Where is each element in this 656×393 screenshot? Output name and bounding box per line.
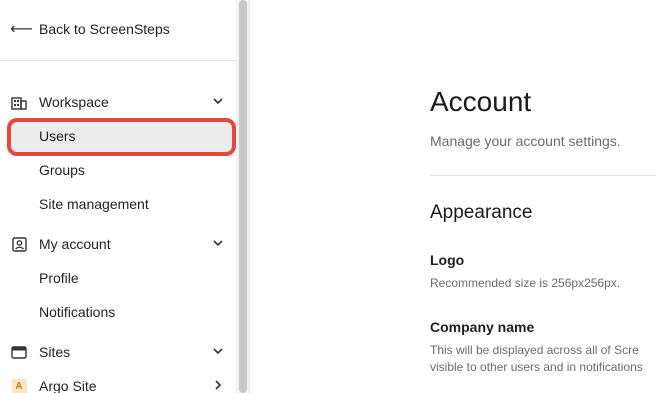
sidebar-scrollbar-thumb[interactable] — [239, 0, 247, 393]
page-title: Account — [430, 86, 532, 117]
sidebar: ⟵ Back to ScreenSteps Workspace Users Gr… — [0, 0, 236, 393]
sidebar-group-label: Argo Site — [39, 378, 97, 393]
main-content: Account Manage your account settings. Ap… — [251, 0, 656, 393]
logo-label: Logo — [430, 252, 465, 268]
sidebar-group-label: Workspace — [39, 94, 109, 110]
chevron-down-icon — [212, 96, 224, 108]
sidebar-group-sites[interactable]: Sites — [10, 340, 224, 364]
sidebar-item-users[interactable]: Users — [39, 125, 76, 147]
back-label: Back to ScreenSteps — [39, 21, 170, 37]
page-subtitle: Manage your account settings. — [430, 133, 621, 149]
sidebar-item-groups[interactable]: Groups — [39, 159, 85, 181]
sidebar-item-profile[interactable]: Profile — [39, 267, 79, 289]
sidebar-group-argo-site[interactable]: A Argo Site — [10, 374, 224, 393]
sidebar-group-workspace[interactable]: Workspace — [10, 90, 224, 114]
content-divider — [430, 175, 656, 176]
site-a-icon: A — [10, 378, 28, 393]
logo-help-text: Recommended size is 256px256px. — [430, 276, 621, 290]
arrow-left-icon: ⟵ — [10, 21, 33, 38]
user-badge-icon — [10, 236, 28, 252]
sidebar-divider — [0, 60, 236, 61]
sidebar-item-site-management[interactable]: Site management — [39, 193, 149, 215]
chevron-right-icon — [212, 379, 224, 393]
company-name-label: Company name — [430, 319, 535, 335]
building-icon — [10, 94, 28, 110]
sidebar-item-notifications[interactable]: Notifications — [39, 301, 115, 323]
section-title-appearance: Appearance — [430, 202, 533, 223]
sidebar-group-label: Sites — [39, 344, 71, 360]
sidebar-group-label: My account — [39, 236, 111, 252]
browser-window-icon — [10, 344, 28, 360]
chevron-down-icon — [212, 346, 224, 358]
back-to-screensteps-link[interactable]: ⟵ Back to ScreenSteps — [10, 18, 170, 40]
company-name-help-line-2: visible to other users and in notificati… — [430, 360, 643, 374]
company-name-help-line-1: This will be displayed across all of Scr… — [430, 343, 639, 357]
chevron-down-icon — [212, 238, 224, 250]
sidebar-group-my-account[interactable]: My account — [10, 232, 224, 256]
